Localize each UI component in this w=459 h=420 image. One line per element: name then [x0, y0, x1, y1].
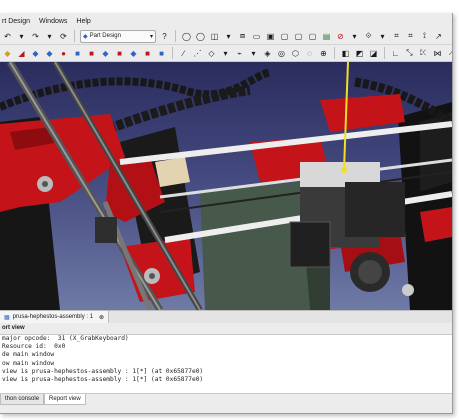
split-icon[interactable]: ⤡	[404, 48, 415, 59]
sketch-icon[interactable]: ◢	[16, 48, 27, 59]
close-icon[interactable]: ⊗	[99, 314, 104, 321]
toolbar-separator	[384, 47, 385, 59]
report-line: view is prusa-hephestos-assembly : 1[*] …	[2, 367, 204, 375]
groove-icon[interactable]: ■	[72, 48, 83, 59]
dropdown-icon[interactable]: ▾	[16, 31, 27, 42]
refresh-icon[interactable]: ⟳	[58, 31, 69, 42]
front-view-icon[interactable]: ▢	[279, 31, 290, 42]
3d-viewport[interactable]	[0, 62, 452, 310]
stereo-icon[interactable]: ▭	[251, 31, 262, 42]
menu-part-design[interactable]: rt Design	[2, 16, 30, 27]
toolbar-separator	[175, 30, 176, 42]
chamfer-icon[interactable]: ■	[156, 48, 167, 59]
edit-icon[interactable]: ⟋	[446, 48, 452, 59]
clipping-icon[interactable]: ⌗	[405, 31, 416, 42]
freecad-window: rt Design Windows Help ↶ ▾ ↷ ▾ ⟳ ◆ Part …	[0, 13, 453, 414]
fit-all-icon[interactable]: ◯	[181, 31, 192, 42]
boolean-icon[interactable]: ◧	[340, 48, 351, 59]
axo-view-icon[interactable]: ▣	[265, 31, 276, 42]
helix-icon[interactable]: ■	[114, 48, 125, 59]
revolution-icon[interactable]: ●	[58, 48, 69, 59]
cut-icon[interactable]: ⤪	[418, 48, 429, 59]
toolbar-separator	[74, 30, 75, 42]
datum-plane-icon[interactable]: ◇	[206, 48, 217, 59]
cross-section-icon[interactable]: ⌗	[391, 31, 402, 42]
toolbar-separator	[334, 47, 335, 59]
tab-report-view[interactable]: Report view	[44, 394, 86, 405]
workbench-selector[interactable]: ◆ Part Design ▾	[80, 29, 156, 43]
document-tab-bar: ▦ prusa-hephestos-assembly : 1 ⊗	[0, 310, 452, 323]
chevron-down-icon: ▾	[149, 33, 153, 40]
bottom-panel-tabs: thon console Report view	[0, 394, 86, 405]
menubar: rt Design Windows Help	[0, 16, 91, 27]
multitransform-icon[interactable]: ⊕	[318, 48, 329, 59]
dropdown-icon[interactable]: ▾	[349, 31, 360, 42]
body-icon[interactable]: ◆	[2, 48, 13, 59]
sew-icon[interactable]: ⋈	[432, 48, 443, 59]
document-tab[interactable]: ▦ prusa-hephestos-assembly : 1 ⊗	[0, 311, 110, 323]
undo-icon[interactable]: ↶	[2, 31, 13, 42]
draft-icon[interactable]: ◪	[368, 48, 379, 59]
top-view-icon[interactable]: ▢	[293, 31, 304, 42]
document-icon: ▦	[4, 314, 10, 321]
mirror-icon[interactable]: ◎	[276, 48, 287, 59]
report-line: ow main window	[2, 359, 55, 367]
tab-python-console[interactable]: thon console	[0, 394, 45, 405]
datum-point-icon[interactable]: ⋰	[192, 48, 203, 59]
toolbar-separator	[172, 47, 173, 59]
loft-icon[interactable]: ■	[86, 48, 97, 59]
whats-this-icon[interactable]: ?	[159, 31, 170, 42]
printer-model	[0, 62, 452, 310]
dropdown-icon[interactable]: ▾	[377, 31, 388, 42]
dropdown-icon[interactable]: ▾	[248, 48, 259, 59]
report-line: de main window	[2, 351, 55, 359]
constraint-icon[interactable]: ∟	[390, 48, 401, 59]
polar-pattern-icon[interactable]: ◌	[304, 48, 315, 59]
menu-help[interactable]: Help	[76, 16, 90, 27]
linear-pattern-icon[interactable]: ⬡	[290, 48, 301, 59]
document-tab-label: prusa-hephestos-assembly : 1	[12, 314, 94, 320]
draw-style-icon[interactable]: ◫	[209, 31, 220, 42]
hole-icon[interactable]: ◆	[128, 48, 139, 59]
carriage-top	[320, 94, 405, 132]
report-view[interactable]: major opcode: 31 (X_GrabKeyboard) Resour…	[0, 334, 452, 394]
part-design-toolbar: ◆ ◢ ◆ ◆ ● ■ ■ ◆ ■ ◆ ■ ■ ∕ ⋰ ◇ ▾ ⌁ ▾ ◈ ◎ …	[0, 45, 452, 62]
clone-icon[interactable]: ◈	[262, 48, 273, 59]
report-line: view is prusa-hephestos-assembly : 1[*] …	[2, 376, 204, 384]
main-toolbar: ↶ ▾ ↷ ▾ ⟳ ◆ Part Design ▾ ? ◯ ◯ ◫ ▾ ⧈ ▭ …	[0, 28, 452, 45]
magnet-icon[interactable]: ⟟	[419, 31, 430, 42]
workbench-label: Part Design	[89, 33, 121, 39]
shape-binder-icon[interactable]: ⌁	[234, 48, 245, 59]
part-design-icon: ◆	[83, 33, 88, 40]
panel-title: ort view	[2, 325, 25, 331]
pocket-icon[interactable]: ◆	[44, 48, 55, 59]
fillet-icon[interactable]: ■	[142, 48, 153, 59]
arrow-icon[interactable]: ↗	[433, 31, 444, 42]
dropdown-icon[interactable]: ▾	[44, 31, 55, 42]
report-line: major opcode: 31 (X_GrabKeyboard)	[2, 335, 129, 342]
fit-selection-icon[interactable]: ◯	[195, 31, 206, 42]
measure-icon[interactable]: ▤	[321, 31, 332, 42]
no-icon[interactable]: ⊘	[335, 31, 346, 42]
datum-line-icon[interactable]: ∕	[178, 48, 189, 59]
report-line: Resource id: 0x0	[2, 343, 66, 351]
redo-icon[interactable]: ↷	[30, 31, 41, 42]
dropdown-icon[interactable]: ▾	[223, 31, 234, 42]
pipe-icon[interactable]: ◆	[100, 48, 111, 59]
menu-windows[interactable]: Windows	[39, 16, 67, 27]
thickness-icon[interactable]: ◩	[354, 48, 365, 59]
right-view-icon[interactable]: ▢	[307, 31, 318, 42]
dropdown-icon[interactable]: ▾	[220, 48, 231, 59]
sync-view-icon[interactable]: ⧈	[237, 31, 248, 42]
link-icon[interactable]: ⟐	[363, 31, 374, 42]
x-end-left	[0, 114, 125, 212]
pad-icon[interactable]: ◆	[30, 48, 41, 59]
